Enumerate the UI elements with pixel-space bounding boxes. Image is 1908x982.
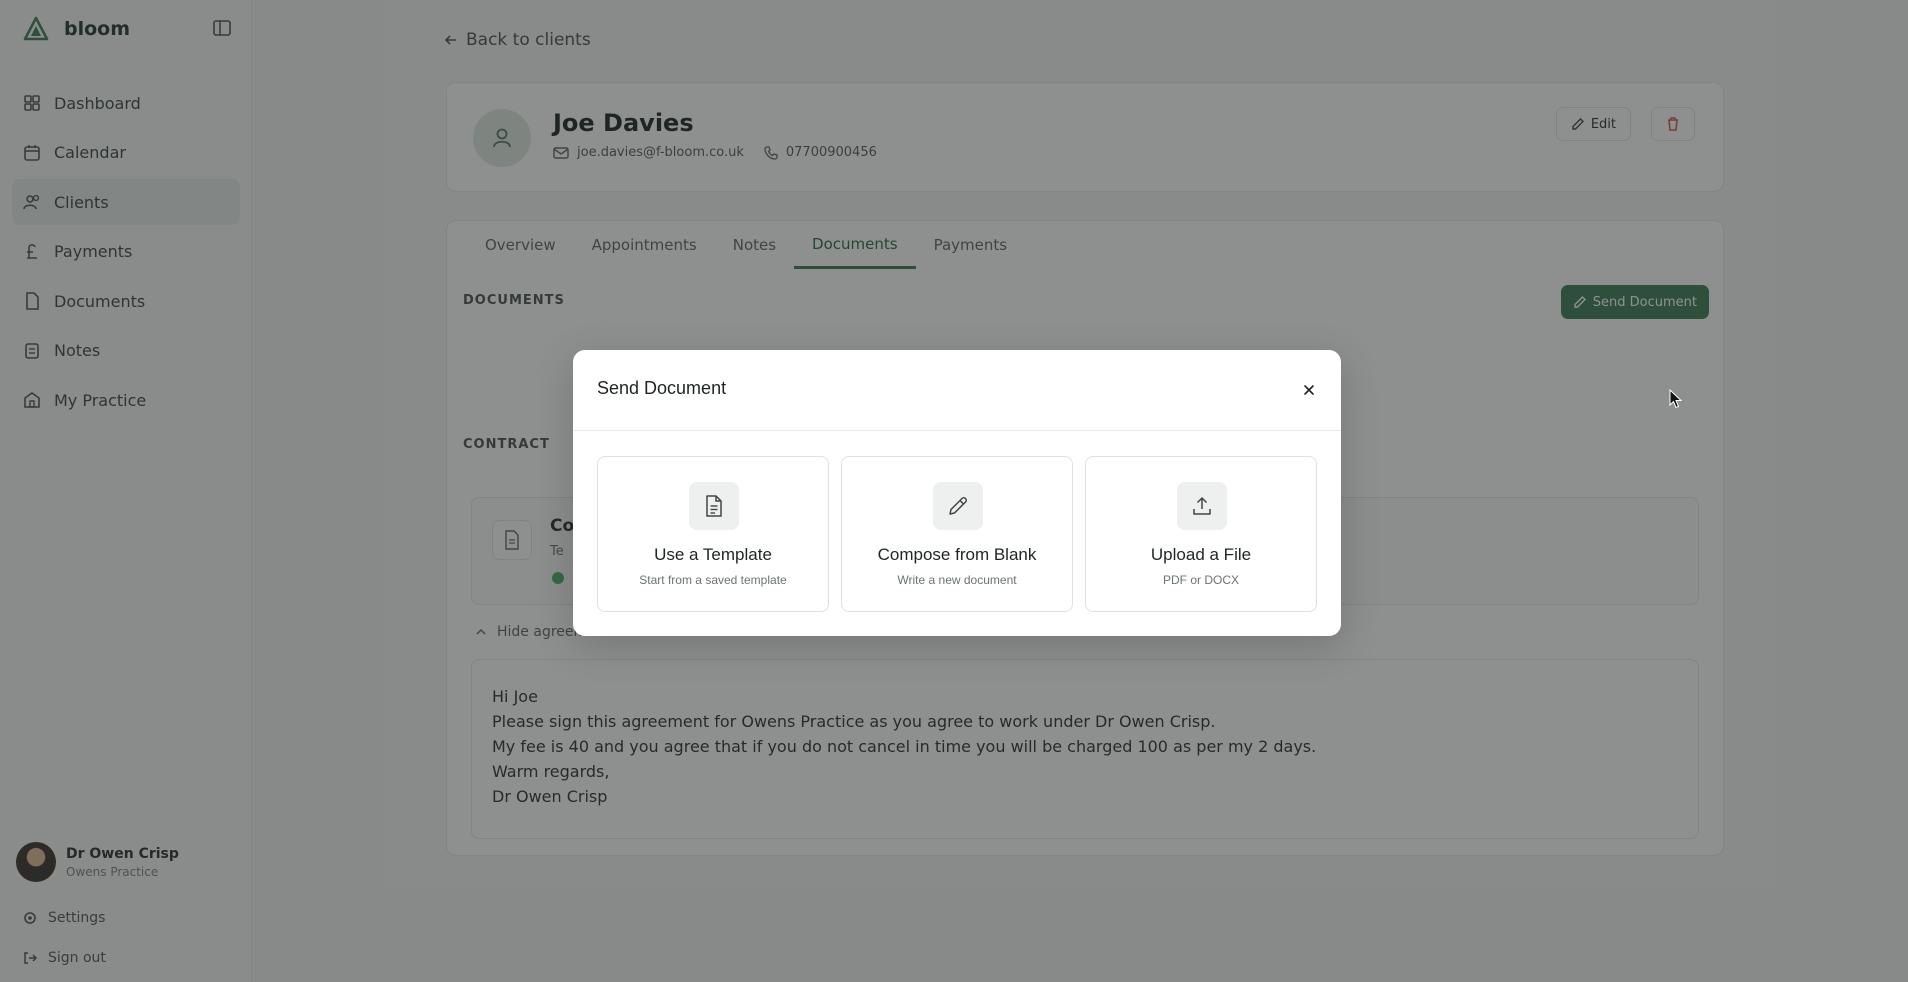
dialog-title: Send Document [597, 378, 727, 398]
close-button[interactable] [1297, 378, 1321, 402]
option-description: PDF or DOCX [1162, 573, 1239, 587]
pencil-icon [933, 482, 983, 530]
send-options: Use a Template Start from a saved templa… [597, 456, 1317, 612]
option-title: Use a Template [654, 545, 772, 564]
option-title: Upload a File [1150, 545, 1252, 564]
send-document-dialog: Send Document Use a Template Start from … [573, 350, 1341, 636]
close-icon [1304, 385, 1314, 395]
option-description: Write a new document [897, 573, 1017, 587]
upload-icon [1177, 482, 1227, 530]
mouse-cursor-icon [1669, 389, 1683, 409]
compose-from-blank-option[interactable]: Compose from Blank Write a new document [841, 456, 1073, 612]
dialog-header: Send Document [573, 350, 1341, 431]
option-description: Start from a saved template [639, 573, 787, 587]
document-icon [689, 482, 739, 530]
upload-file-option[interactable]: Upload a File PDF or DOCX [1085, 456, 1317, 612]
option-title: Compose from Blank [877, 545, 1037, 564]
use-template-option[interactable]: Use a Template Start from a saved templa… [597, 456, 829, 612]
